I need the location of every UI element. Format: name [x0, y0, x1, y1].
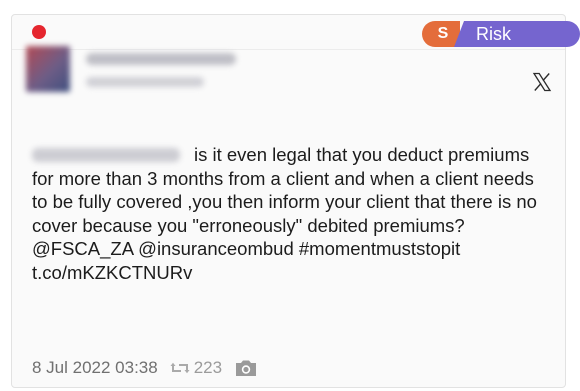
retweet-count: 223: [193, 358, 223, 377]
retweet-icon: [170, 362, 190, 374]
post-date: 8 Jul 2022 03:38: [32, 358, 158, 377]
risk-tag-letter: S: [422, 21, 460, 47]
card-header: S Risk: [12, 15, 580, 50]
tweet-text-block: is it even legal that you deduct premium…: [32, 143, 552, 284]
author-name-redacted: [86, 53, 236, 65]
status-dot: [32, 25, 46, 39]
risk-tag[interactable]: S Risk: [422, 21, 580, 47]
mention-redacted: [32, 148, 180, 162]
x-logo-icon[interactable]: [532, 72, 552, 92]
risk-tag-label: Risk: [454, 21, 580, 47]
tweet-text: is it even legal that you deduct premium…: [32, 144, 537, 283]
post-meta: 8 Jul 2022 03:38 223: [32, 357, 258, 379]
camera-icon[interactable]: [234, 359, 258, 377]
avatar[interactable]: [26, 46, 70, 92]
author-handle-redacted: [86, 77, 204, 87]
